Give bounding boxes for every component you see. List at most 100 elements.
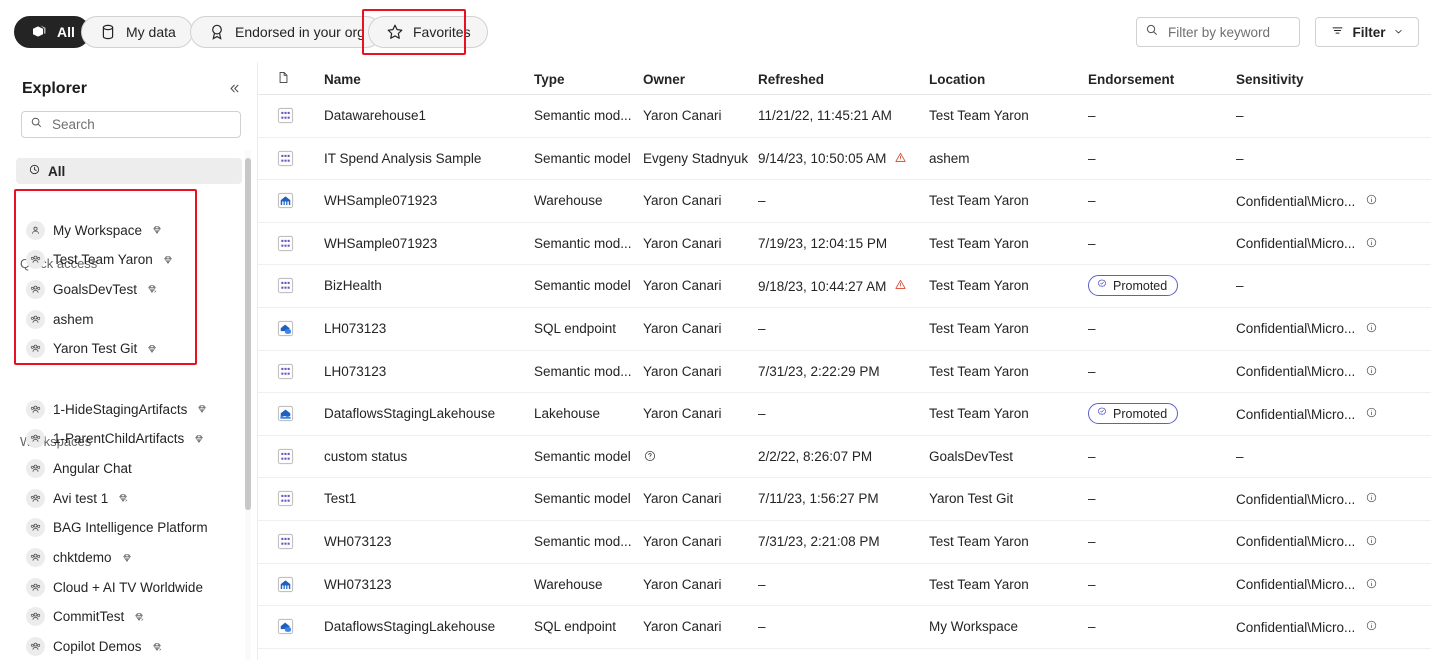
sidebar-item-my-workspace[interactable]: My Workspace <box>26 217 236 243</box>
sidebar-item-ashem[interactable]: ashem <box>26 306 236 332</box>
sidebar-scrollbar-thumb[interactable] <box>245 158 251 510</box>
sidebar-item-copilot-demos[interactable]: Copilot Demos <box>26 634 236 660</box>
table-row[interactable]: Datawarehouse1 Semantic mod... Yaron Canar… <box>258 95 1431 138</box>
item-location[interactable]: My Workspace <box>929 619 1018 634</box>
item-location[interactable]: Test Team Yaron <box>929 193 1029 208</box>
sensitivity-info-icon[interactable] <box>1365 406 1378 422</box>
sensitivity-info-icon[interactable] <box>1365 321 1378 337</box>
filter-pill-endorsed[interactable]: Endorsed in your org <box>190 16 382 48</box>
sidebar-item-goalsdevtest[interactable]: GoalsDevTest <box>26 276 236 302</box>
sensitivity-info-icon[interactable] <box>1365 193 1378 209</box>
item-sensitivity: Confidential\Micro... <box>1236 534 1378 550</box>
sidebar-item-yaron-test-git[interactable]: Yaron Test Git <box>26 336 236 362</box>
sidebar-item-chktdemo[interactable]: chktdemo <box>26 545 236 571</box>
explorer-search-input[interactable] <box>50 116 232 133</box>
sidebar-item-all[interactable]: All <box>16 158 242 184</box>
table-row[interactable]: LH073123 SQL endpoint Yaron Canari – Test Te… <box>258 307 1431 351</box>
item-sensitivity: Confidential\Micro... <box>1236 491 1378 507</box>
filter-pill-favorites[interactable]: Favorites <box>368 16 488 48</box>
item-sensitivity-value: Confidential\Micro... <box>1236 193 1356 209</box>
sidebar-item-test-team-yaron[interactable]: Test Team Yaron <box>26 247 236 273</box>
item-name[interactable]: Test1 <box>324 491 356 506</box>
filter-pill-my-data[interactable]: My data <box>81 16 193 48</box>
item-name[interactable]: LH073123 <box>324 321 386 336</box>
item-refreshed: 7/31/23, 2:21:08 PM <box>758 534 880 549</box>
column-header-refreshed[interactable]: Refreshed <box>758 72 824 87</box>
table-row[interactable]: WH073123 Semantic mod... Yaron Canari 7/31/… <box>258 520 1431 564</box>
collapse-sidebar-button[interactable] <box>225 81 243 99</box>
table-row[interactable]: WHSample071923 Warehouse Yaron Canari – Test… <box>258 180 1431 223</box>
item-name[interactable]: WH073123 <box>324 534 392 549</box>
sidebar-item-avi-test-1[interactable]: Avi test 1 <box>26 485 236 511</box>
item-location[interactable]: Test Team Yaron <box>929 406 1029 421</box>
item-location[interactable]: Yaron Test Git <box>929 491 1013 506</box>
sensitivity-info-icon[interactable] <box>1365 619 1378 635</box>
sidebar-item-cloud-ai-tv-worldwide[interactable]: Cloud + AI TV Worldwide <box>26 574 236 600</box>
item-location[interactable]: GoalsDevTest <box>929 449 1013 464</box>
item-name[interactable]: BizHealth <box>324 278 382 293</box>
refresh-warning-icon[interactable] <box>894 278 907 294</box>
sidebar-item-bag-intelligence-platform[interactable]: BAG Intelligence Platform <box>26 515 236 541</box>
column-header-location[interactable]: Location <box>929 72 985 87</box>
sensitivity-info-icon[interactable] <box>1365 236 1378 252</box>
column-header-sensitivity[interactable]: Sensitivity <box>1236 72 1304 87</box>
item-name[interactable]: Datawarehouse1 <box>324 108 426 123</box>
sidebar-item-angular-chat[interactable]: Angular Chat <box>26 455 236 481</box>
sensitivity-info-icon[interactable] <box>1365 577 1378 593</box>
table-row[interactable]: Test1 Semantic model Yaron Canari 7/11/23, … <box>258 478 1431 521</box>
item-location[interactable]: Test Team Yaron <box>929 108 1029 123</box>
item-sensitivity-value: Confidential\Micro... <box>1236 321 1356 337</box>
item-refreshed-value: 7/31/23, 2:21:08 PM <box>758 533 880 549</box>
column-header-type[interactable]: Type <box>534 72 565 87</box>
sidebar-item-committest[interactable]: CommitTest <box>26 604 236 630</box>
explorer-search-box[interactable] <box>21 111 241 138</box>
workspace-label: BAG Intelligence Platform <box>53 520 208 536</box>
table-row[interactable]: WHSample071923 Semantic mod... Yaron Canar… <box>258 222 1431 266</box>
sensitivity-info-icon[interactable] <box>1365 364 1378 380</box>
sidebar-item-1-hidestagingartifacts[interactable]: 1-HideStagingArtifacts <box>26 396 236 422</box>
item-name[interactable]: DataflowsStagingLakehouse <box>324 619 495 634</box>
item-name[interactable]: WH073123 <box>324 577 392 592</box>
column-header-owner[interactable]: Owner <box>643 72 685 87</box>
status-badge-label: Promoted <box>1113 278 1168 293</box>
item-location[interactable]: Test Team Yaron <box>929 577 1029 592</box>
table-row[interactable]: LH073123 Semantic mod... Yaron Canari 7/31/… <box>258 350 1431 394</box>
table-row[interactable]: DataflowsStagingLakehouse SQL endpoint Yar… <box>258 606 1431 649</box>
sidebar-item-1-parentchildartifacts[interactable]: 1-ParentChildArtifacts <box>26 426 236 452</box>
item-name[interactable]: custom status <box>324 449 407 464</box>
item-location[interactable]: ashem <box>929 151 970 166</box>
table-row[interactable]: DataflowsStagingLakehouse Lakehouse Yaron … <box>258 393 1431 436</box>
refresh-warning-icon[interactable] <box>894 151 907 167</box>
search-input[interactable] <box>1166 23 1291 41</box>
sensitivity-info-icon[interactable] <box>1365 491 1378 507</box>
item-sensitivity-value: Confidential\Micro... <box>1236 406 1356 422</box>
item-name[interactable]: WHSample071923 <box>324 236 437 251</box>
column-header-name[interactable]: Name <box>324 72 361 87</box>
item-type: SQL endpoint <box>534 619 617 635</box>
people-icon <box>26 279 45 299</box>
workspace-label: Angular Chat <box>53 460 132 476</box>
keyword-filter-box[interactable] <box>1136 17 1300 47</box>
item-sensitivity: – <box>1236 278 1244 293</box>
item-name[interactable]: DataflowsStagingLakehouse <box>324 406 495 421</box>
item-name[interactable]: LH073123 <box>324 364 386 379</box>
item-endorsement: – <box>1088 363 1096 379</box>
table-row[interactable]: BizHealth Semantic model Yaron Canari 9/18/… <box>258 265 1431 308</box>
table-row[interactable]: WH073123 Warehouse Yaron Canari – Test Team … <box>258 563 1431 607</box>
item-location[interactable]: Test Team Yaron <box>929 364 1029 379</box>
item-location[interactable]: Test Team Yaron <box>929 236 1029 251</box>
item-sensitivity: – <box>1236 108 1244 123</box>
item-location[interactable]: Test Team Yaron <box>929 534 1029 549</box>
item-refreshed: 7/31/23, 2:22:29 PM <box>758 364 880 379</box>
item-name[interactable]: WHSample071923 <box>324 193 437 208</box>
filter-pill-all[interactable]: All <box>14 16 90 48</box>
item-location[interactable]: Test Team Yaron <box>929 278 1029 293</box>
table-row[interactable]: custom status Semantic model 2/2/22, 8:26:… <box>258 435 1431 479</box>
filter-button[interactable]: Filter <box>1315 17 1419 47</box>
table-row[interactable]: IT Spend Analysis Sample Semantic model Ev… <box>258 137 1431 181</box>
sensitivity-info-icon[interactable] <box>1365 534 1378 550</box>
item-location[interactable]: Test Team Yaron <box>929 321 1029 336</box>
status-badge: Promoted <box>1088 275 1179 297</box>
column-header-endorsement[interactable]: Endorsement <box>1088 72 1174 87</box>
item-name[interactable]: IT Spend Analysis Sample <box>324 151 481 166</box>
